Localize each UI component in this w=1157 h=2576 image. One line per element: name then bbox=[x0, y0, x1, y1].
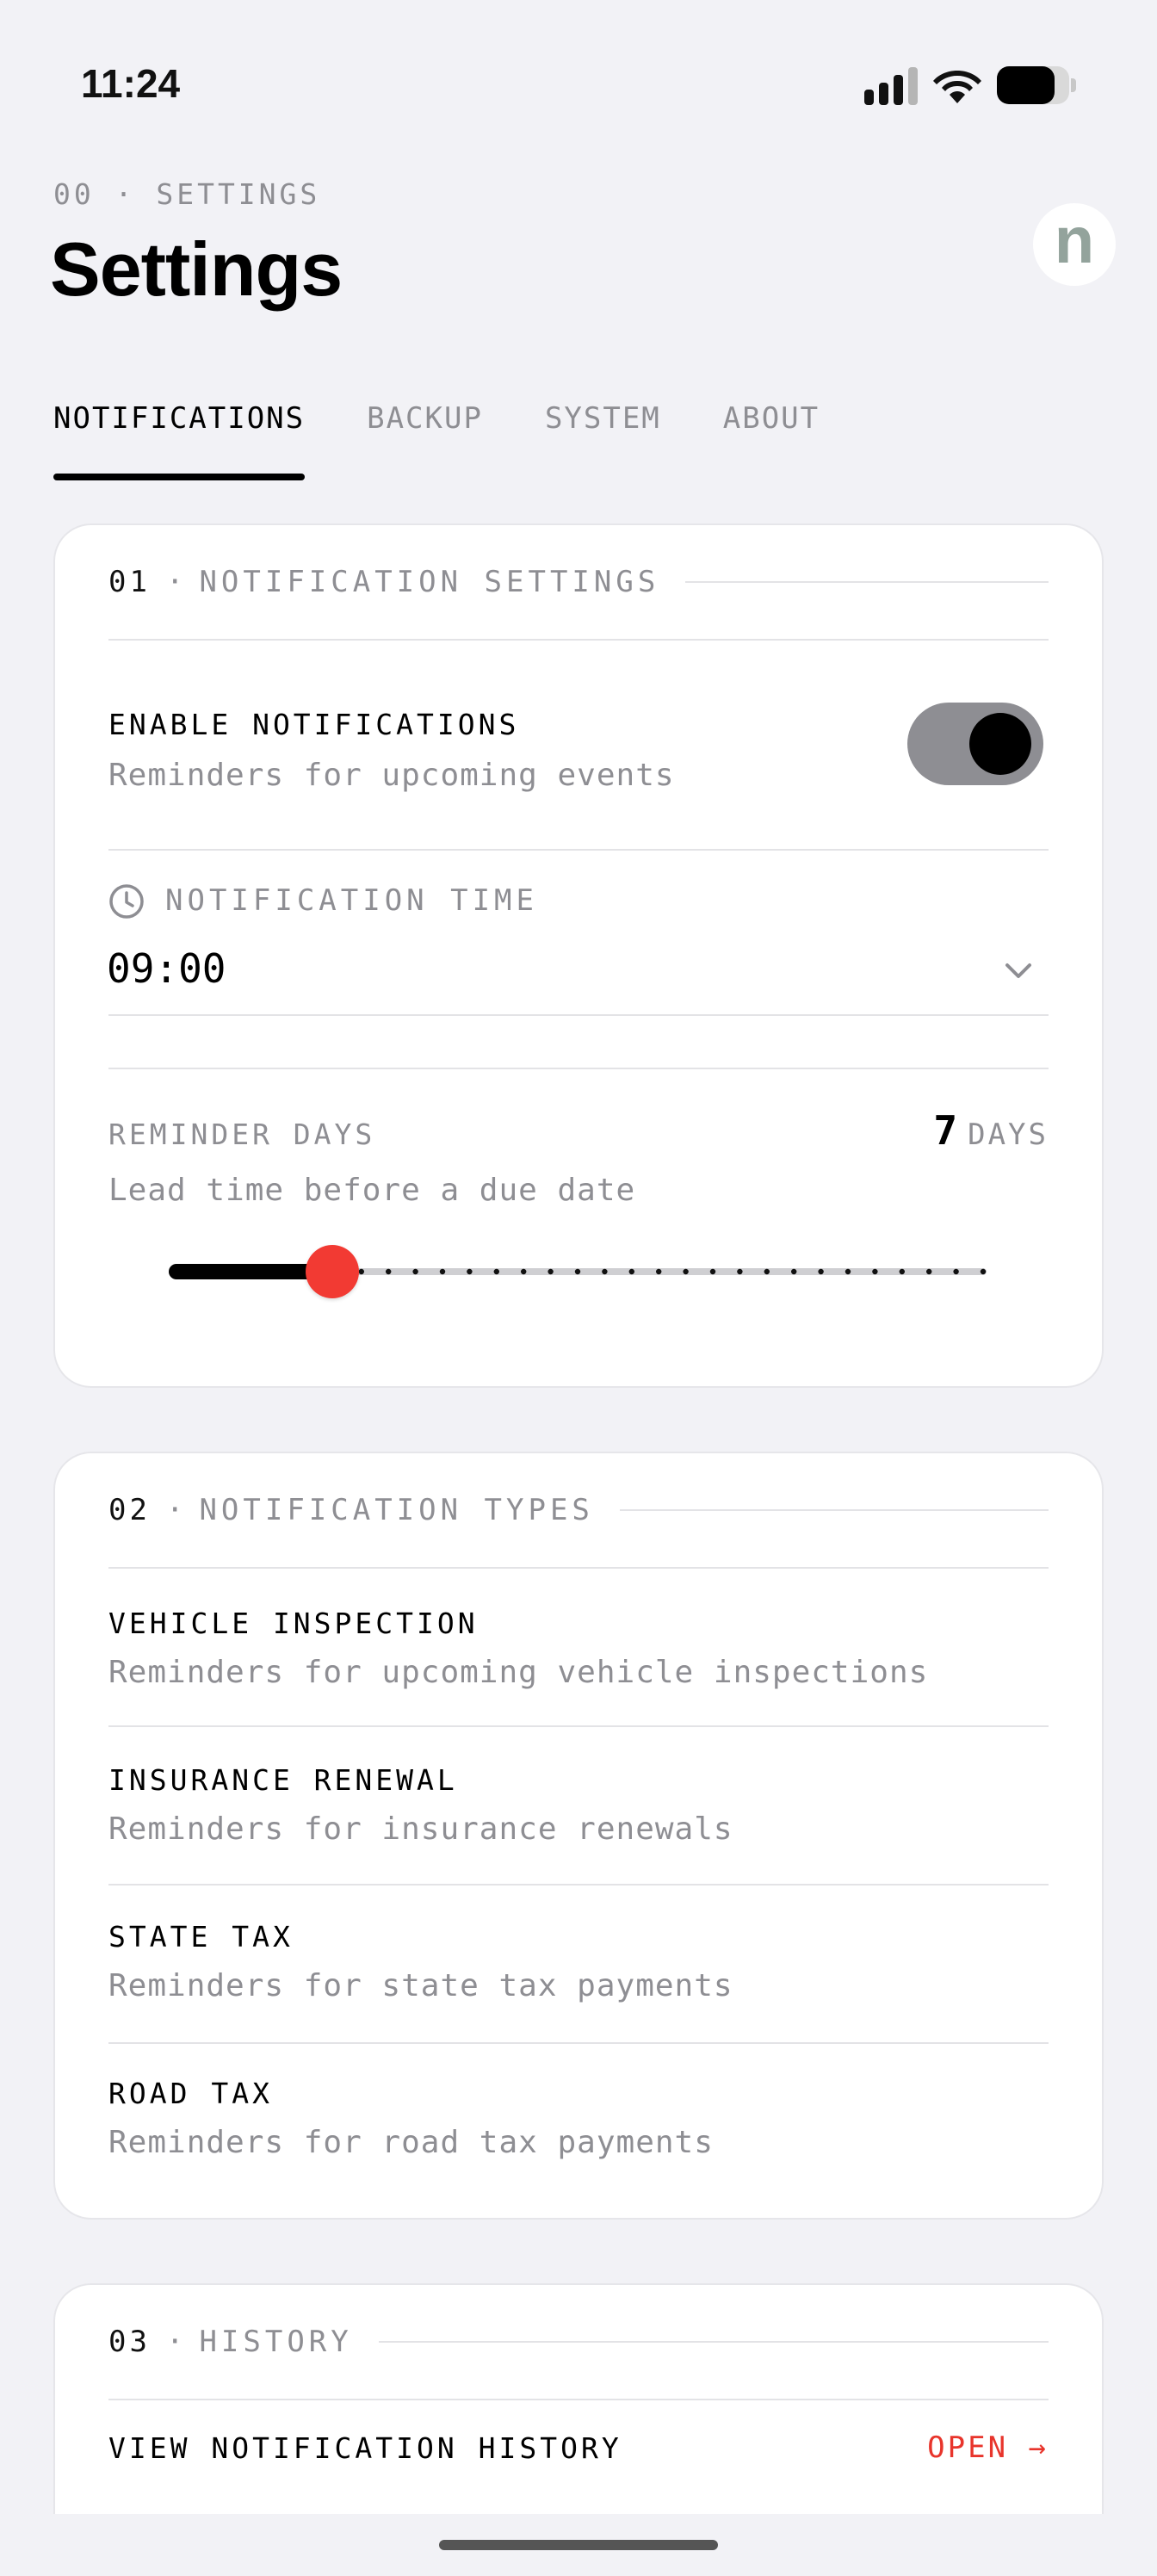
cellular-signal-icon bbox=[864, 67, 918, 105]
divider bbox=[108, 849, 1049, 851]
header-rule bbox=[619, 1509, 1049, 1511]
slider-tick bbox=[412, 1268, 418, 1275]
status-bar: 11:24 bbox=[0, 0, 1157, 172]
card-header: 01 · NOTIFICATION SETTINGS bbox=[108, 525, 1049, 641]
battery-icon bbox=[997, 66, 1076, 104]
slider-tick bbox=[980, 1268, 987, 1275]
toggle-knob bbox=[969, 713, 1031, 775]
reminder-days-unit: DAYS bbox=[968, 1118, 1049, 1152]
slider-tick bbox=[709, 1268, 716, 1275]
slider-tick bbox=[872, 1268, 878, 1275]
section-number: 03 bbox=[108, 2325, 151, 2359]
reminder-days-label: REMINDER DAYS bbox=[108, 1118, 376, 1151]
card-header: 03 · HISTORY bbox=[108, 2285, 1049, 2400]
tab-about[interactable]: ABOUT bbox=[723, 398, 820, 480]
list-item-road-tax[interactable]: ROAD TAX Reminders for road tax payments bbox=[108, 2044, 1049, 2202]
section-title: NOTIFICATION SETTINGS bbox=[199, 565, 660, 599]
slider-tick bbox=[953, 1268, 959, 1275]
app-logo[interactable]: n bbox=[1033, 203, 1116, 286]
tab-system[interactable]: SYSTEM bbox=[545, 398, 661, 480]
list-item-description: Reminders for road tax payments bbox=[108, 2125, 714, 2160]
enable-notifications-label: ENABLE NOTIFICATIONS bbox=[108, 708, 520, 741]
divider bbox=[108, 1068, 1049, 1069]
reminder-days-slider[interactable] bbox=[169, 1245, 987, 1298]
list-item-label: STATE TAX bbox=[108, 1920, 294, 1954]
list-item-description: Reminders for insurance renewals bbox=[108, 1811, 733, 1847]
slider-tick bbox=[656, 1268, 662, 1275]
open-history-link[interactable]: OPEN → bbox=[927, 2430, 1049, 2465]
enable-notifications-toggle[interactable] bbox=[907, 703, 1043, 785]
slider-tick bbox=[439, 1268, 446, 1275]
notification-types-card: 02 · NOTIFICATION TYPES VEHICLE INSPECTI… bbox=[53, 1452, 1104, 2220]
breadcrumb: 00 · SETTINGS bbox=[53, 177, 321, 211]
slider-tick bbox=[818, 1268, 824, 1275]
header-rule bbox=[685, 581, 1049, 583]
logo-letter: n bbox=[1054, 204, 1095, 277]
slider-tick bbox=[926, 1268, 932, 1275]
view-history-label: VIEW NOTIFICATION HISTORY bbox=[108, 2430, 622, 2465]
slider-tick bbox=[899, 1268, 905, 1275]
reminder-days-readout: 7 DAYS bbox=[933, 1107, 1049, 1154]
section-separator: · bbox=[165, 1493, 184, 1527]
list-item-label: VEHICLE INSPECTION bbox=[108, 1607, 479, 1640]
slider-tick bbox=[548, 1268, 554, 1275]
clock-icon bbox=[109, 884, 144, 919]
slider-tick bbox=[574, 1268, 581, 1275]
history-card: 03 · HISTORY VIEW NOTIFICATION HISTORY O… bbox=[53, 2283, 1104, 2542]
tab-notifications[interactable]: NOTIFICATIONS bbox=[53, 398, 306, 480]
slider-tick bbox=[467, 1268, 473, 1275]
settings-tabs: NOTIFICATIONS BACKUP SYSTEM ABOUT bbox=[53, 398, 820, 480]
slider-tick bbox=[521, 1268, 527, 1275]
slider-tick bbox=[791, 1268, 797, 1275]
slider-tick bbox=[493, 1268, 499, 1275]
list-item-state-tax[interactable]: STATE TAX Reminders for state tax paymen… bbox=[108, 1886, 1049, 2044]
notification-time-value[interactable]: 09:00 bbox=[107, 945, 226, 992]
wifi-icon bbox=[933, 71, 981, 103]
page-title: Settings bbox=[50, 226, 343, 312]
list-item-insurance-renewal[interactable]: INSURANCE RENEWAL Reminders for insuranc… bbox=[108, 1727, 1049, 1886]
header-rule bbox=[378, 2341, 1049, 2343]
list-item-description: Reminders for upcoming vehicle inspectio… bbox=[108, 1655, 929, 1690]
home-indicator[interactable] bbox=[439, 2540, 718, 2550]
chevron-down-icon[interactable] bbox=[1004, 956, 1033, 985]
section-title: HISTORY bbox=[199, 2325, 353, 2359]
reminder-days-value: 7 bbox=[933, 1107, 958, 1154]
list-item-vehicle-inspection[interactable]: VEHICLE INSPECTION Reminders for upcomin… bbox=[108, 1569, 1049, 1727]
card-header: 02 · NOTIFICATION TYPES bbox=[108, 1453, 1049, 1569]
enable-notifications-description: Reminders for upcoming events bbox=[108, 758, 675, 793]
reminder-days-description: Lead time before a due date bbox=[108, 1173, 636, 1208]
list-item-label: INSURANCE RENEWAL bbox=[108, 1763, 458, 1797]
view-notification-history-row[interactable]: VIEW NOTIFICATION HISTORY OPEN → bbox=[108, 2400, 1049, 2495]
slider-tick bbox=[764, 1268, 770, 1275]
notification-settings-card: 01 · NOTIFICATION SETTINGS ENABLE NOTIFI… bbox=[53, 523, 1104, 1388]
section-number: 01 bbox=[108, 565, 151, 599]
list-item-label: ROAD TAX bbox=[108, 2077, 273, 2110]
section-number: 02 bbox=[108, 1493, 151, 1527]
list-item-description: Reminders for state tax payments bbox=[108, 1968, 733, 2003]
slider-thumb[interactable] bbox=[306, 1245, 359, 1298]
section-separator: · bbox=[165, 565, 184, 599]
time-field-underline bbox=[108, 1014, 1049, 1016]
notification-time-label: NOTIFICATION TIME bbox=[165, 883, 538, 918]
slider-tick bbox=[602, 1268, 608, 1275]
slider-tick bbox=[386, 1268, 392, 1275]
slider-tick bbox=[683, 1268, 689, 1275]
tab-backup[interactable]: BACKUP bbox=[367, 398, 483, 480]
slider-tick bbox=[358, 1268, 364, 1275]
section-separator: · bbox=[165, 2325, 184, 2359]
status-time: 11:24 bbox=[81, 61, 181, 106]
slider-tick bbox=[737, 1268, 743, 1275]
slider-tick bbox=[628, 1268, 634, 1275]
slider-tick bbox=[845, 1268, 851, 1275]
section-title: NOTIFICATION TYPES bbox=[199, 1493, 594, 1527]
